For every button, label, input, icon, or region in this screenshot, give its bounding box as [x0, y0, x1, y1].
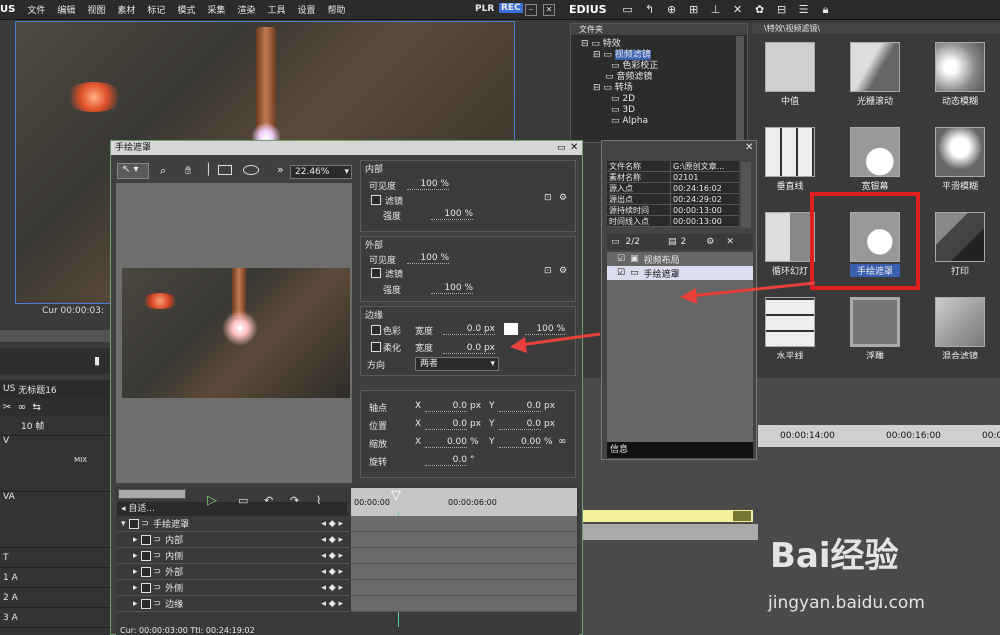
- arrow-line-1: [689, 281, 816, 298]
- baidu-url: jingyan.baidu.com: [768, 593, 925, 613]
- arrow-head-2: [510, 337, 527, 353]
- arrow-head-1: [680, 288, 697, 304]
- baidu-watermark: Bai经验: [770, 536, 899, 576]
- arrow-line-2: [519, 332, 601, 347]
